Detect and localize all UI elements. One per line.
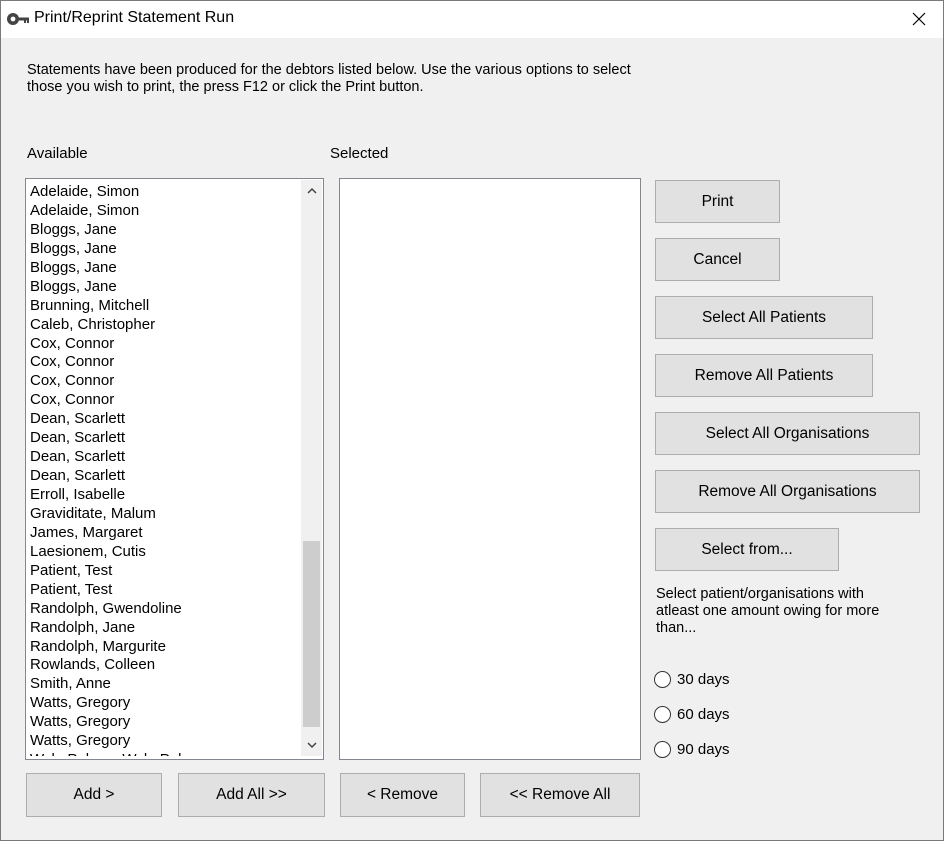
remove-all-organisations-button[interactable]: Remove All Organisations [655,470,920,513]
list-item[interactable]: Wyle Palmer, Wyle Palmer [30,750,300,756]
radio-circle[interactable] [654,706,671,723]
list-item[interactable]: Caleb, Christopher [30,315,300,334]
list-item[interactable]: Bloggs, Jane [30,220,300,239]
close-button[interactable] [896,0,942,38]
scroll-thumb[interactable] [303,541,320,727]
owing-note-line-2: atleast one amount owing for more [656,603,880,619]
select-all-organisations-button[interactable]: Select All Organisations [655,412,920,455]
list-item[interactable]: Watts, Gregory [30,693,300,712]
instructions-text: Statements have been produced for the de… [27,62,727,96]
list-item[interactable]: Watts, Gregory [30,712,300,731]
remove-all-patients-button[interactable]: Remove All Patients [655,354,873,397]
instructions-line-2: those you wish to print, the press F12 o… [27,79,424,95]
radio-circle[interactable] [654,741,671,758]
available-scrollbar[interactable] [301,180,322,756]
add-button[interactable]: Add > [26,773,162,817]
radio-30-days-label: 30 days [677,671,730,688]
owing-note: Select patient/organisations with atleas… [656,586,918,637]
chevron-up-icon [306,187,317,194]
scroll-up-button[interactable] [301,180,322,201]
radio-60-days-label: 60 days [677,706,730,723]
list-item[interactable]: Dean, Scarlett [30,466,300,485]
list-item[interactable]: Randolph, Gwendoline [30,599,300,618]
select-all-patients-button[interactable]: Select All Patients [655,296,873,339]
list-item[interactable]: Bloggs, Jane [30,239,300,258]
list-item[interactable]: Randolph, Jane [30,618,300,637]
list-item[interactable]: Erroll, Isabelle [30,485,300,504]
remove-all-button[interactable]: << Remove All [480,773,640,817]
list-item[interactable]: Cox, Connor [30,371,300,390]
instructions-line-1: Statements have been produced for the de… [27,62,631,78]
owing-note-line-1: Select patient/organisations with [656,586,864,602]
list-item[interactable]: Watts, Gregory [30,731,300,750]
list-item[interactable]: Adelaide, Simon [30,182,300,201]
list-item[interactable]: Brunning, Mitchell [30,296,300,315]
scroll-down-button[interactable] [301,735,322,756]
radio-60-days[interactable]: 60 days [654,706,730,723]
list-item[interactable]: Adelaide, Simon [30,201,300,220]
list-item[interactable]: Patient, Test [30,561,300,580]
list-item[interactable]: Rowlands, Colleen [30,655,300,674]
window-title: Print/Reprint Statement Run [34,9,235,26]
radio-90-days[interactable]: 90 days [654,741,730,758]
list-item[interactable]: Smith, Anne [30,674,300,693]
radio-circle[interactable] [654,671,671,688]
list-item[interactable]: Laesionem, Cutis [30,542,300,561]
list-item[interactable]: Dean, Scarlett [30,409,300,428]
list-item[interactable]: Cox, Connor [30,390,300,409]
radio-90-days-label: 90 days [677,741,730,758]
selected-listbox[interactable] [339,178,641,760]
list-item[interactable]: Dean, Scarlett [30,428,300,447]
cancel-button[interactable]: Cancel [655,238,780,281]
add-all-button[interactable]: Add All >> [178,773,325,817]
close-icon [912,12,926,26]
selected-label: Selected [330,145,389,162]
list-item[interactable]: Bloggs, Jane [30,258,300,277]
key-icon [6,10,32,28]
chevron-down-icon [306,742,317,749]
list-item[interactable]: Dean, Scarlett [30,447,300,466]
available-label: Available [27,145,88,162]
list-item[interactable]: Graviditate, Malum [30,504,300,523]
print-button[interactable]: Print [655,180,780,223]
list-item[interactable]: James, Margaret [30,523,300,542]
owing-note-line-3: than... [656,620,697,636]
available-items: Adelaide, Simon Adelaide, Simon Bloggs, Ja… [30,182,300,756]
list-item[interactable]: Cox, Connor [30,352,300,371]
list-item[interactable]: Cox, Connor [30,334,300,353]
radio-30-days[interactable]: 30 days [654,671,730,688]
available-listbox[interactable]: Adelaide, Simon Adelaide, Simon Bloggs, Ja… [25,178,324,760]
list-item[interactable]: Patient, Test [30,580,300,599]
remove-button[interactable]: < Remove [340,773,465,817]
select-from-button[interactable]: Select from... [655,528,839,571]
list-item[interactable]: Randolph, Margurite [30,637,300,656]
list-item[interactable]: Bloggs, Jane [30,277,300,296]
